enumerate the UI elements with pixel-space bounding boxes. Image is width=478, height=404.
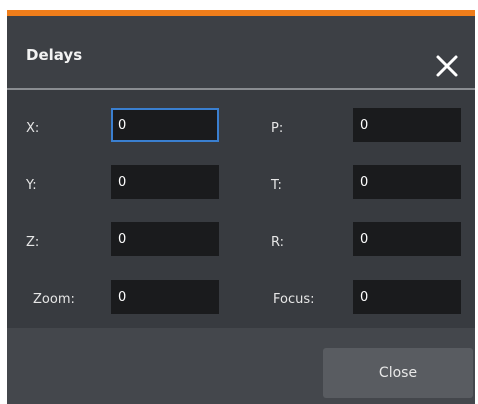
focus-delay-input[interactable]	[353, 280, 461, 314]
dialog-header: Delays	[7, 16, 475, 88]
z-delay-input[interactable]	[111, 222, 219, 256]
label-z: Z:	[26, 235, 40, 250]
close-button[interactable]: Close	[323, 348, 473, 398]
label-r: R:	[271, 235, 285, 250]
t-delay-input[interactable]	[353, 165, 461, 199]
label-focus: Focus:	[273, 292, 315, 307]
r-delay-input[interactable]	[353, 222, 461, 256]
label-y: Y:	[26, 178, 37, 193]
p-delay-input[interactable]	[353, 108, 461, 142]
dialog-title: Delays	[26, 46, 83, 64]
label-zoom: Zoom:	[33, 292, 75, 307]
y-delay-input[interactable]	[111, 165, 219, 199]
label-p: P:	[271, 121, 284, 136]
label-t: T:	[271, 178, 282, 193]
close-icon[interactable]	[433, 52, 461, 80]
zoom-delay-input[interactable]	[111, 280, 219, 314]
delays-dialog: Delays X: P: Y: T: Z: R: Zoom: Focus: Cl…	[7, 10, 475, 404]
x-delay-input[interactable]	[111, 108, 219, 142]
label-x: X:	[26, 121, 40, 136]
